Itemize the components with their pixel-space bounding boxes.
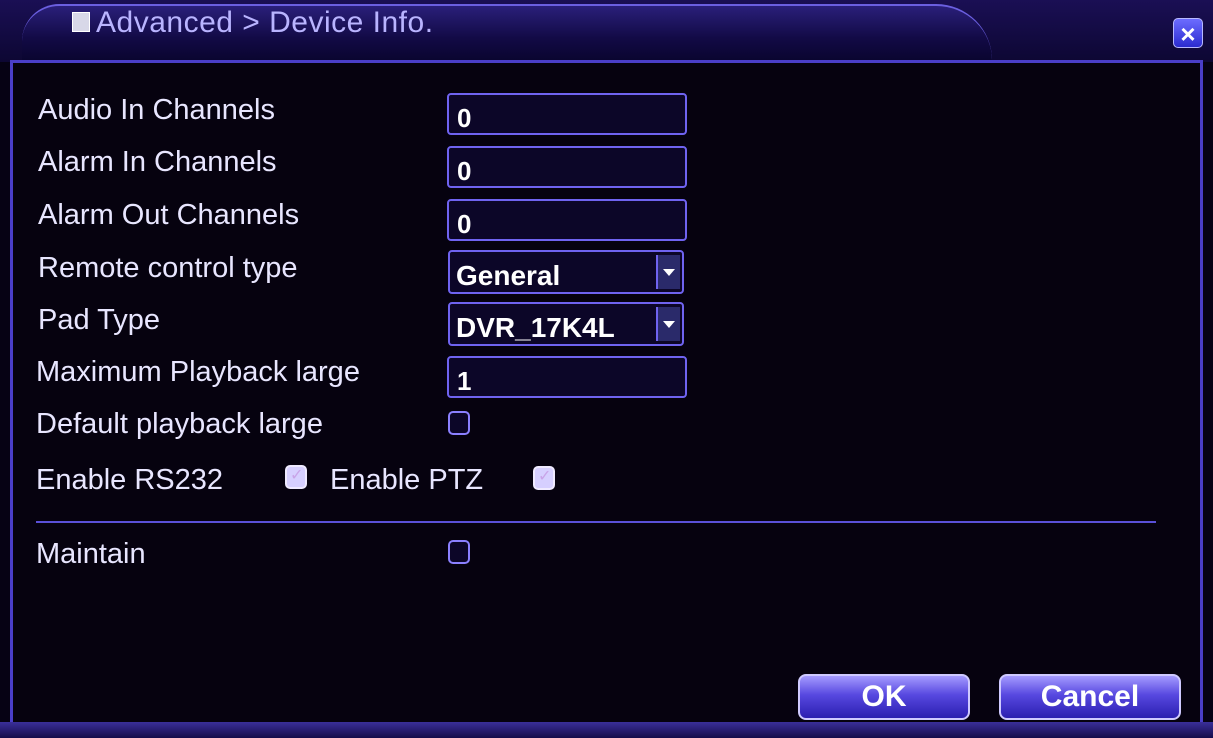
enable-rs232-label: Enable RS232 [36, 464, 224, 496]
enable-ptz-checkbox[interactable] [533, 466, 555, 490]
alarm-out-label: Alarm Out Channels [38, 199, 300, 231]
section-divider [36, 521, 1156, 523]
remote-control-select[interactable]: General [448, 250, 684, 294]
pad-type-label: Pad Type [38, 304, 161, 336]
device-info-dialog: Advanced > Device Info. × Audio In Chann… [0, 0, 1213, 738]
maintain-checkbox[interactable] [448, 540, 470, 564]
default-playback-checkbox[interactable] [448, 411, 470, 435]
chevron-down-icon[interactable] [656, 307, 680, 341]
maintain-label: Maintain [36, 538, 146, 570]
cancel-button[interactable]: Cancel [999, 674, 1181, 720]
alarm-in-field[interactable]: 0 [447, 146, 687, 188]
audio-in-field[interactable]: 0 [447, 93, 687, 135]
max-playback-label: Maximum Playback large [36, 356, 360, 388]
folder-icon [72, 12, 90, 32]
breadcrumb: Advanced > Device Info. [96, 6, 434, 39]
remote-control-value: General [456, 260, 561, 291]
remote-control-label: Remote control type [38, 252, 298, 284]
pad-type-value: DVR_17K4L [456, 312, 615, 343]
title-bar: Advanced > Device Info. × [0, 0, 1213, 62]
enable-rs232-checkbox[interactable] [285, 465, 307, 489]
frame-bottom-edge [0, 722, 1213, 738]
audio-in-label: Audio In Channels [38, 94, 275, 126]
close-button[interactable]: × [1173, 18, 1203, 49]
pad-type-select[interactable]: DVR_17K4L [448, 302, 684, 346]
max-playback-field[interactable]: 1 [447, 356, 687, 398]
enable-ptz-label: Enable PTZ [330, 464, 484, 496]
alarm-in-label: Alarm In Channels [38, 146, 277, 178]
ok-button[interactable]: OK [798, 674, 970, 720]
alarm-out-field[interactable]: 0 [447, 199, 687, 241]
default-playback-label: Default playback large [36, 408, 323, 440]
chevron-down-icon[interactable] [656, 255, 680, 289]
